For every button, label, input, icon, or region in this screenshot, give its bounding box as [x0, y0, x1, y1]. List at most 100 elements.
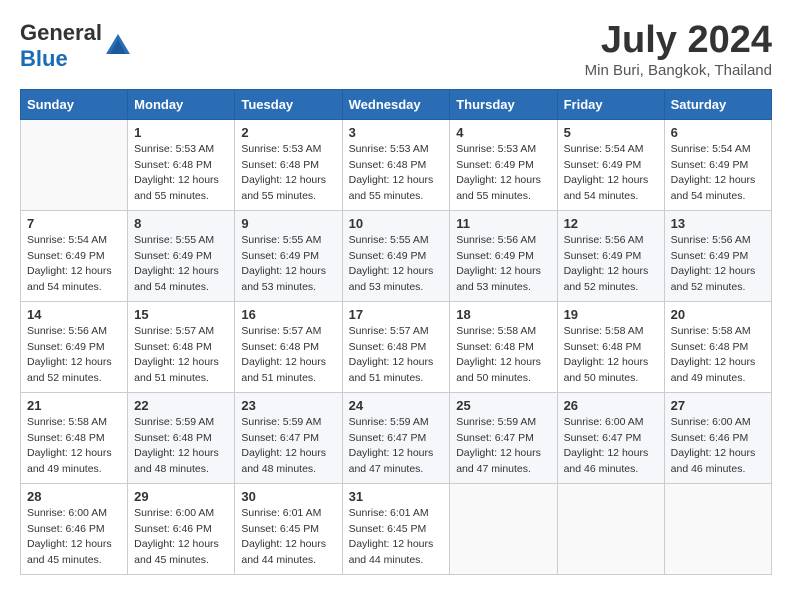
day-number: 23 [241, 398, 335, 413]
day-info: Sunrise: 5:58 AMSunset: 6:48 PMDaylight:… [671, 324, 765, 387]
calendar-header-row: SundayMondayTuesdayWednesdayThursdayFrid… [21, 89, 772, 119]
calendar-cell: 21 Sunrise: 5:58 AMSunset: 6:48 PMDayligh… [21, 392, 128, 483]
day-number: 22 [134, 398, 228, 413]
day-info: Sunrise: 5:59 AMSunset: 6:47 PMDaylight:… [349, 415, 444, 478]
day-info: Sunrise: 5:55 AMSunset: 6:49 PMDaylight:… [349, 233, 444, 296]
calendar-cell: 9 Sunrise: 5:55 AMSunset: 6:49 PMDaylight… [235, 210, 342, 301]
calendar-cell [557, 483, 664, 574]
calendar-header-tuesday: Tuesday [235, 89, 342, 119]
day-number: 24 [349, 398, 444, 413]
day-number: 13 [671, 216, 765, 231]
day-number: 9 [241, 216, 335, 231]
calendar-cell [664, 483, 771, 574]
calendar-week-row: 21 Sunrise: 5:58 AMSunset: 6:48 PMDayligh… [21, 392, 772, 483]
calendar-header-monday: Monday [128, 89, 235, 119]
day-info: Sunrise: 5:57 AMSunset: 6:48 PMDaylight:… [349, 324, 444, 387]
day-info: Sunrise: 5:55 AMSunset: 6:49 PMDaylight:… [134, 233, 228, 296]
calendar-cell [450, 483, 557, 574]
calendar-cell: 13 Sunrise: 5:56 AMSunset: 6:49 PMDayligh… [664, 210, 771, 301]
calendar-cell: 15Sunrise: 5:57 AMSunset: 6:48 PMDayligh… [128, 301, 235, 392]
day-info: Sunrise: 5:57 AMSunset: 6:48 PMDaylight:… [241, 324, 335, 387]
day-info: Sunrise: 5:56 AMSunset: 6:49 PMDaylight:… [671, 233, 765, 296]
logo-blue: Blue [20, 46, 68, 71]
calendar-header-sunday: Sunday [21, 89, 128, 119]
day-number: 30 [241, 489, 335, 504]
day-info: Sunrise: 5:56 AMSunset: 6:49 PMDaylight:… [564, 233, 658, 296]
calendar-cell: 11Sunrise: 5:56 AMSunset: 6:49 PMDayligh… [450, 210, 557, 301]
calendar-cell: 29Sunrise: 6:00 AMSunset: 6:46 PMDayligh… [128, 483, 235, 574]
calendar-cell: 17 Sunrise: 5:57 AMSunset: 6:48 PMDayligh… [342, 301, 450, 392]
calendar-cell: 12Sunrise: 5:56 AMSunset: 6:49 PMDayligh… [557, 210, 664, 301]
calendar-cell: 7 Sunrise: 5:54 AMSunset: 6:49 PMDaylight… [21, 210, 128, 301]
calendar-cell: 23 Sunrise: 5:59 AMSunset: 6:47 PMDayligh… [235, 392, 342, 483]
day-number: 27 [671, 398, 765, 413]
calendar-cell: 19 Sunrise: 5:58 AMSunset: 6:48 PMDayligh… [557, 301, 664, 392]
calendar-cell: 31 Sunrise: 6:01 AMSunset: 6:45 PMDayligh… [342, 483, 450, 574]
calendar-cell: 16 Sunrise: 5:57 AMSunset: 6:48 PMDayligh… [235, 301, 342, 392]
calendar-cell: 28 Sunrise: 6:00 AMSunset: 6:46 PMDayligh… [21, 483, 128, 574]
calendar-cell: 10 Sunrise: 5:55 AMSunset: 6:49 PMDayligh… [342, 210, 450, 301]
day-number: 4 [456, 125, 550, 140]
day-number: 31 [349, 489, 444, 504]
calendar-cell: 3 Sunrise: 5:53 AMSunset: 6:48 PMDaylight… [342, 119, 450, 210]
day-number: 21 [27, 398, 121, 413]
day-number: 18 [456, 307, 550, 322]
day-info: Sunrise: 5:54 AMSunset: 6:49 PMDaylight:… [27, 233, 121, 296]
day-info: Sunrise: 5:59 AMSunset: 6:47 PMDaylight:… [241, 415, 335, 478]
day-info: Sunrise: 5:53 AMSunset: 6:49 PMDaylight:… [456, 142, 550, 205]
day-info: Sunrise: 5:53 AMSunset: 6:48 PMDaylight:… [241, 142, 335, 205]
location-subtitle: Min Buri, Bangkok, Thailand [585, 62, 772, 79]
calendar-cell: 2 Sunrise: 5:53 AMSunset: 6:48 PMDaylight… [235, 119, 342, 210]
day-info: Sunrise: 6:00 AMSunset: 6:46 PMDaylight:… [27, 506, 121, 569]
day-number: 25 [456, 398, 550, 413]
day-info: Sunrise: 5:53 AMSunset: 6:48 PMDaylight:… [349, 142, 444, 205]
calendar-cell: 20Sunrise: 5:58 AMSunset: 6:48 PMDayligh… [664, 301, 771, 392]
calendar-header-friday: Friday [557, 89, 664, 119]
day-number: 1 [134, 125, 228, 140]
day-number: 29 [134, 489, 228, 504]
day-info: Sunrise: 5:56 AMSunset: 6:49 PMDaylight:… [27, 324, 121, 387]
day-number: 3 [349, 125, 444, 140]
calendar-cell [21, 119, 128, 210]
calendar-cell: 14 Sunrise: 5:56 AMSunset: 6:49 PMDayligh… [21, 301, 128, 392]
day-number: 16 [241, 307, 335, 322]
day-info: Sunrise: 5:54 AMSunset: 6:49 PMDaylight:… [671, 142, 765, 205]
day-number: 7 [27, 216, 121, 231]
calendar-header-saturday: Saturday [664, 89, 771, 119]
day-number: 17 [349, 307, 444, 322]
calendar-cell: 8 Sunrise: 5:55 AMSunset: 6:49 PMDaylight… [128, 210, 235, 301]
calendar-cell: 30 Sunrise: 6:01 AMSunset: 6:45 PMDayligh… [235, 483, 342, 574]
day-info: Sunrise: 6:01 AMSunset: 6:45 PMDaylight:… [241, 506, 335, 569]
calendar-cell: 18 Sunrise: 5:58 AMSunset: 6:48 PMDayligh… [450, 301, 557, 392]
title-section: July 2024 Min Buri, Bangkok, Thailand [585, 20, 772, 79]
day-info: Sunrise: 5:58 AMSunset: 6:48 PMDaylight:… [27, 415, 121, 478]
calendar-header-thursday: Thursday [450, 89, 557, 119]
day-info: Sunrise: 5:59 AMSunset: 6:47 PMDaylight:… [456, 415, 550, 478]
day-info: Sunrise: 5:53 AMSunset: 6:48 PMDaylight:… [134, 142, 228, 205]
calendar-cell: 4 Sunrise: 5:53 AMSunset: 6:49 PMDaylight… [450, 119, 557, 210]
calendar-week-row: 14 Sunrise: 5:56 AMSunset: 6:49 PMDayligh… [21, 301, 772, 392]
day-number: 10 [349, 216, 444, 231]
day-number: 2 [241, 125, 335, 140]
calendar-week-row: 28 Sunrise: 6:00 AMSunset: 6:46 PMDayligh… [21, 483, 772, 574]
day-number: 5 [564, 125, 658, 140]
logo: General Blue [20, 20, 132, 72]
day-info: Sunrise: 6:01 AMSunset: 6:45 PMDaylight:… [349, 506, 444, 569]
calendar-header-wednesday: Wednesday [342, 89, 450, 119]
day-info: Sunrise: 5:59 AMSunset: 6:48 PMDaylight:… [134, 415, 228, 478]
day-number: 15 [134, 307, 228, 322]
day-info: Sunrise: 5:58 AMSunset: 6:48 PMDaylight:… [456, 324, 550, 387]
day-info: Sunrise: 5:54 AMSunset: 6:49 PMDaylight:… [564, 142, 658, 205]
day-number: 8 [134, 216, 228, 231]
day-number: 14 [27, 307, 121, 322]
logo-general: General [20, 20, 102, 45]
calendar-week-row: 1 Sunrise: 5:53 AMSunset: 6:48 PMDaylight… [21, 119, 772, 210]
day-info: Sunrise: 5:58 AMSunset: 6:48 PMDaylight:… [564, 324, 658, 387]
day-number: 26 [564, 398, 658, 413]
day-number: 19 [564, 307, 658, 322]
calendar-cell: 5 Sunrise: 5:54 AMSunset: 6:49 PMDaylight… [557, 119, 664, 210]
day-info: Sunrise: 6:00 AMSunset: 6:47 PMDaylight:… [564, 415, 658, 478]
day-number: 28 [27, 489, 121, 504]
day-info: Sunrise: 5:55 AMSunset: 6:49 PMDaylight:… [241, 233, 335, 296]
calendar-cell: 22 Sunrise: 5:59 AMSunset: 6:48 PMDayligh… [128, 392, 235, 483]
